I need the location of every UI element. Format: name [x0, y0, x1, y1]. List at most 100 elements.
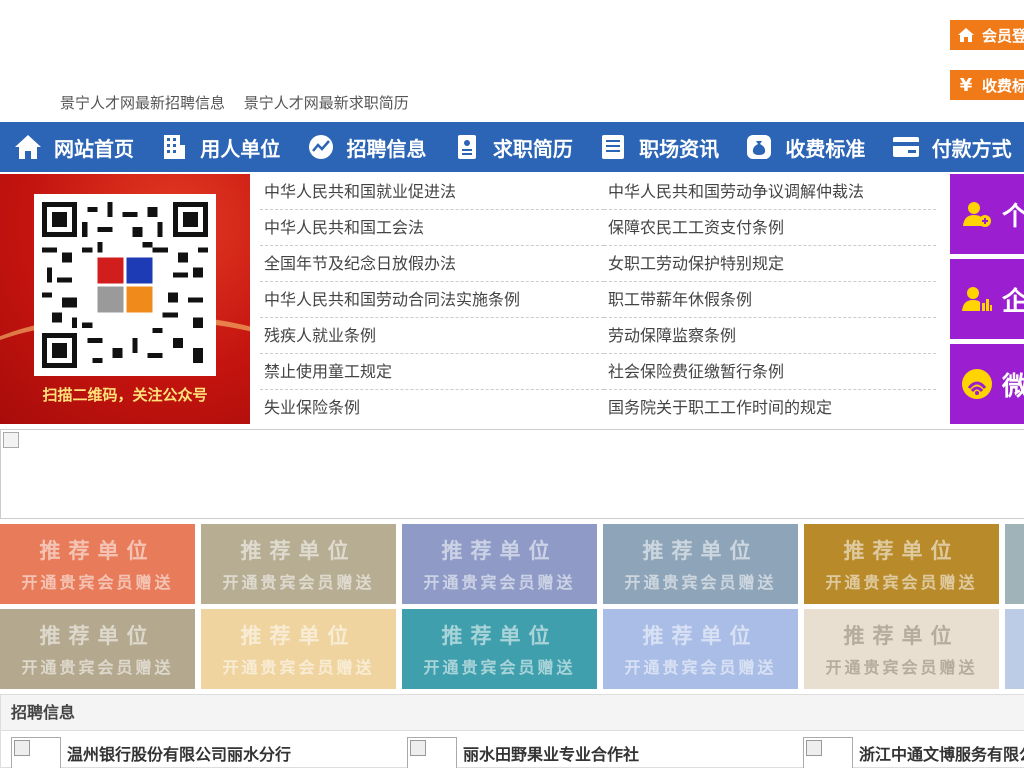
nav-payment[interactable]: 付款方式: [878, 122, 1024, 172]
nav-fees[interactable]: 收费标准: [731, 122, 877, 172]
recommended-tile[interactable]: 推荐单位 开通贵宾会员赠送: [201, 609, 396, 689]
member-login-button[interactable]: 会员登: [950, 20, 1024, 50]
latest-jobs-link[interactable]: 景宁人才网最新招聘信息: [60, 94, 225, 112]
nav-label: 求职简历: [492, 136, 573, 161]
money-bag-icon: [743, 131, 775, 163]
list-item: 中华人民共和国劳动合同法实施条例 职工带薪年休假条例: [260, 282, 936, 318]
company-name: 浙江中通文博服务有限公司: [859, 745, 1024, 764]
recommended-tile[interactable]: [1005, 524, 1024, 604]
latest-resumes-link[interactable]: 景宁人才网最新求职简历: [244, 94, 409, 112]
section-title: 招聘信息: [1, 695, 1024, 731]
recommended-tile[interactable]: 推荐单位 开通贵宾会员赠送: [0, 609, 195, 689]
nav-label: 付款方式: [931, 136, 1012, 161]
tile-subtitle: 开通贵宾会员赠送: [222, 658, 375, 677]
law-link[interactable]: 中华人民共和国劳动合同法实施条例: [260, 282, 604, 318]
recommended-tile[interactable]: [1005, 609, 1024, 689]
recommended-tile[interactable]: 推荐单位 开通贵宾会员赠送: [603, 524, 798, 604]
recommended-tile[interactable]: 推荐单位 开通贵宾会员赠送: [804, 609, 999, 689]
company-name: 丽水田野果业专业合作社: [463, 745, 640, 764]
resume-icon: [451, 131, 483, 163]
nav-home[interactable]: 网站首页: [0, 122, 146, 172]
wechat-icon: [960, 367, 994, 401]
enterprise-button[interactable]: 企: [950, 259, 1024, 339]
tile-title: 推荐单位: [240, 539, 357, 563]
company-name: 温州银行股份有限公司丽水分行: [67, 745, 292, 764]
tile-title: 推荐单位: [441, 539, 558, 563]
nav-employers[interactable]: 用人单位: [146, 122, 292, 172]
law-link[interactable]: 保障农民工工资支付条例: [604, 210, 936, 246]
tile-subtitle: 开通贵宾会员赠送: [423, 573, 576, 592]
nav-label: 网站首页: [54, 136, 134, 161]
home-icon: [956, 25, 976, 45]
fee-standard-button[interactable]: ¥ 收费标: [950, 70, 1024, 100]
news-icon: [597, 131, 629, 163]
qr-caption: 扫描二维码，关注公众号: [42, 386, 208, 404]
tile-title: 推荐单位: [441, 624, 558, 648]
yen-icon: ¥: [959, 74, 973, 96]
law-link[interactable]: 中华人民共和国劳动争议调解仲裁法: [604, 174, 936, 210]
wechat-label: 微: [1002, 371, 1024, 402]
wechat-button[interactable]: 微: [950, 344, 1024, 424]
enterprise-label: 企: [1002, 286, 1024, 317]
recommended-tile[interactable]: 推荐单位 开通贵宾会员赠送: [0, 524, 195, 604]
tile-title: 推荐单位: [39, 624, 156, 648]
tile-title: 推荐单位: [240, 624, 357, 648]
chart-icon: [305, 131, 337, 163]
ad-banner[interactable]: [0, 429, 1024, 519]
tile-title: 推荐单位: [39, 539, 156, 563]
recommended-tile[interactable]: 推荐单位 开通贵宾会员赠送: [402, 524, 597, 604]
law-link[interactable]: 社会保险费征缴暂行条例: [604, 354, 936, 390]
law-link[interactable]: 全国年节及纪念日放假办法: [260, 246, 604, 282]
company-logo: [803, 737, 853, 768]
personal-button[interactable]: 个: [950, 174, 1024, 254]
nav-label: 招聘信息: [346, 136, 427, 161]
tile-subtitle: 开通贵宾会员赠送: [222, 573, 375, 592]
company-logo: [407, 737, 457, 768]
law-link[interactable]: 禁止使用童工规定: [260, 354, 604, 390]
card-icon: [890, 131, 922, 163]
recommended-tile[interactable]: 推荐单位 开通贵宾会员赠送: [804, 524, 999, 604]
qr-code: [34, 194, 216, 376]
list-item: 禁止使用童工规定 社会保险费征缴暂行条例: [260, 354, 936, 390]
list-item: 失业保险条例 国务院关于职工工作时间的规定: [260, 390, 936, 426]
tile-subtitle: 开通贵宾会员赠送: [423, 658, 576, 677]
broken-image-icon: [3, 432, 19, 448]
recruitment-section: 招聘信息 温州银行股份有限公司丽水分行 丽水田野果业专业合作社 浙江中通文博服务…: [0, 694, 1024, 768]
company-item[interactable]: 温州银行股份有限公司丽水分行: [11, 737, 291, 768]
tile-title: 推荐单位: [642, 624, 759, 648]
tile-subtitle: 开通贵宾会员赠送: [825, 573, 978, 592]
law-link[interactable]: 残疾人就业条例: [260, 318, 604, 354]
tile-subtitle: 开通贵宾会员赠送: [21, 658, 174, 677]
main-nav: 网站首页 用人单位 招聘信息 求职简历 职场资讯 收费标准 付款方式: [0, 122, 1024, 172]
law-link[interactable]: 中华人民共和国就业促进法: [260, 174, 604, 210]
home-icon: [12, 131, 44, 163]
nav-news[interactable]: 职场资讯: [585, 122, 731, 172]
nav-resumes[interactable]: 求职简历: [439, 122, 585, 172]
tile-subtitle: 开通贵宾会员赠送: [21, 573, 174, 592]
company-user-icon: [960, 282, 994, 316]
nav-label: 用人单位: [200, 136, 281, 161]
law-link[interactable]: 职工带薪年休假条例: [604, 282, 936, 318]
law-link[interactable]: 女职工劳动保护特别规定: [604, 246, 936, 282]
top-links: 景宁人才网最新招聘信息 景宁人才网最新求职简历: [60, 92, 423, 113]
recommended-tile[interactable]: 推荐单位 开通贵宾会员赠送: [603, 609, 798, 689]
law-link[interactable]: 劳动保障监察条例: [604, 318, 936, 354]
company-item[interactable]: 浙江中通文博服务有限公司: [803, 737, 1024, 768]
wechat-qr-banner: 扫描二维码，关注公众号: [0, 174, 250, 424]
nav-jobs[interactable]: 招聘信息: [293, 122, 439, 172]
list-item: 残疾人就业条例 劳动保障监察条例: [260, 318, 936, 354]
tile-subtitle: 开通贵宾会员赠送: [624, 573, 777, 592]
list-item: 中华人民共和国工会法 保障农民工工资支付条例: [260, 210, 936, 246]
building-icon: [158, 131, 190, 163]
personal-label: 个: [1002, 201, 1024, 232]
law-link[interactable]: 失业保险条例: [260, 390, 604, 426]
company-item[interactable]: 丽水田野果业专业合作社: [407, 737, 639, 768]
laws-list: 中华人民共和国就业促进法 中华人民共和国劳动争议调解仲裁法 中华人民共和国工会法…: [260, 174, 936, 426]
company-logo: [11, 737, 61, 768]
fee-standard-label: 收费标: [982, 76, 1024, 95]
law-link[interactable]: 国务院关于职工工作时间的规定: [604, 390, 936, 426]
tile-title: 推荐单位: [843, 539, 960, 563]
recommended-tile[interactable]: 推荐单位 开通贵宾会员赠送: [201, 524, 396, 604]
law-link[interactable]: 中华人民共和国工会法: [260, 210, 604, 246]
recommended-tile[interactable]: 推荐单位 开通贵宾会员赠送: [402, 609, 597, 689]
